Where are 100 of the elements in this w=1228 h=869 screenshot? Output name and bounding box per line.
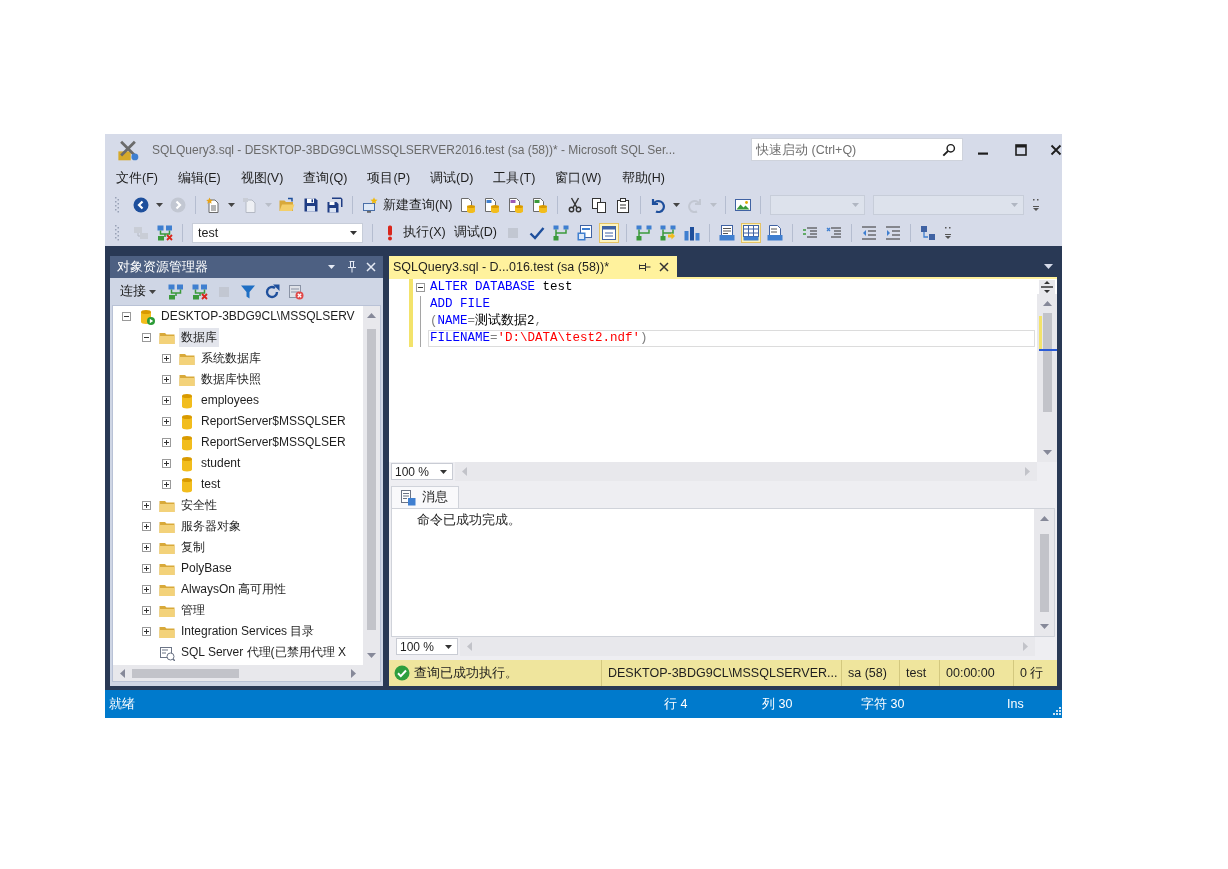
scroll-up-icon[interactable] — [367, 313, 376, 318]
menu-item[interactable]: 视图(V) — [230, 166, 294, 190]
caret-icon[interactable] — [228, 203, 235, 207]
messages-tab[interactable]: 消息 — [391, 486, 459, 508]
grip-icon[interactable] — [115, 196, 119, 214]
scissors-icon[interactable] — [567, 197, 584, 213]
tree-item[interactable]: 系统数据库 — [199, 349, 263, 368]
search-icon[interactable] — [942, 142, 956, 157]
expand-icon[interactable] — [142, 585, 151, 594]
uncomment-lines-icon[interactable] — [826, 224, 843, 241]
caret-icon[interactable] — [149, 289, 156, 294]
tree-item[interactable]: 数据库快照 — [199, 370, 263, 389]
vertical-scrollbar[interactable] — [363, 306, 380, 665]
tree-item[interactable]: ReportServer$MSSQLSER — [199, 433, 348, 452]
indent-icon[interactable] — [885, 224, 902, 241]
tree-item[interactable]: AlwaysOn 高可用性 — [179, 580, 289, 599]
debug-button[interactable]: 调试(D) — [449, 221, 502, 244]
caret-icon[interactable] — [673, 203, 681, 207]
scroll-down-icon[interactable] — [1042, 450, 1052, 455]
menu-item[interactable]: 查询(Q) — [293, 166, 358, 190]
tree-item[interactable]: 管理 — [179, 601, 207, 620]
grid-results-icon[interactable] — [741, 222, 762, 243]
text-results-icon[interactable] — [719, 224, 736, 241]
zoom-select[interactable]: 100 % — [396, 638, 458, 655]
plan-arrow-icon[interactable] — [660, 224, 677, 241]
plan-icon[interactable] — [553, 224, 570, 241]
menu-item[interactable]: 工具(T) — [483, 166, 546, 190]
expand-icon[interactable] — [162, 396, 171, 405]
tree-item[interactable]: 服务器对象 — [179, 517, 243, 536]
caret-icon[interactable] — [350, 230, 357, 235]
expand-icon[interactable] — [142, 606, 151, 615]
scroll-up-icon[interactable] — [1039, 516, 1049, 521]
expand-icon[interactable] — [142, 564, 151, 573]
code-editor[interactable]: ALTER DATABASE test ADD FILE (NAME=测试数据2, FILENAME='D:\DATA\test2.ndf') 100 % — [389, 277, 1057, 481]
collapse-icon[interactable] — [122, 312, 131, 321]
tree-item[interactable]: SQL Server 代理(已禁用代理 X — [179, 643, 348, 662]
expand-icon[interactable] — [162, 354, 171, 363]
split-icon[interactable] — [1039, 280, 1055, 294]
network-icon[interactable] — [168, 283, 184, 300]
new-query-button[interactable]: 新建查询(N) — [358, 194, 457, 216]
network-x-icon[interactable] — [192, 283, 208, 300]
menu-item[interactable]: 帮助(H) — [611, 166, 675, 190]
caret-icon[interactable] — [328, 265, 335, 269]
tree-item[interactable]: 复制 — [179, 538, 207, 557]
grip-icon[interactable] — [115, 223, 119, 242]
vertical-scrollbar[interactable] — [1037, 294, 1057, 462]
tree-item[interactable]: 安全性 — [179, 496, 219, 515]
menu-item[interactable]: 编辑(E) — [167, 166, 231, 190]
expand-icon[interactable] — [142, 627, 151, 636]
maximize-icon[interactable] — [1015, 143, 1027, 156]
tree-item[interactable]: Integration Services 目录 — [179, 622, 317, 641]
network-x-icon[interactable] — [157, 224, 173, 241]
comment-lines-icon[interactable] — [802, 224, 819, 241]
database-select[interactable]: test — [192, 222, 363, 243]
collapse-icon[interactable] — [416, 283, 425, 292]
quick-launch-field[interactable]: 快速启动 (Ctrl+Q) — [751, 138, 963, 161]
expand-icon[interactable] — [142, 501, 151, 510]
menu-item[interactable]: 窗口(W) — [545, 166, 612, 190]
tree-item[interactable]: DESKTOP-3BDG9CL\MSSQLSERV — [159, 307, 357, 326]
document-tab[interactable]: SQLQuery3.sql - D...016.test (sa (58))* — [389, 256, 677, 277]
tree-item[interactable]: student — [199, 454, 243, 473]
expand-icon[interactable] — [162, 459, 171, 468]
tree-item[interactable]: test — [199, 475, 223, 494]
scroll-left-icon[interactable] — [120, 668, 125, 678]
caret-icon[interactable] — [1044, 264, 1053, 269]
caret-icon[interactable] — [440, 469, 447, 474]
query-file-icon[interactable] — [460, 197, 477, 213]
close-icon[interactable] — [1050, 143, 1062, 156]
clipboard-icon[interactable] — [615, 197, 632, 213]
expand-icon[interactable] — [142, 522, 151, 531]
scroll-down-icon[interactable] — [367, 653, 376, 658]
execute-button[interactable]: 执行(X) — [378, 221, 450, 244]
open-folder-icon[interactable] — [279, 197, 295, 213]
scrollbar-thumb[interactable] — [1042, 313, 1052, 412]
bar-chart-icon[interactable] — [684, 224, 701, 241]
connect-button[interactable]: 连接 — [115, 280, 164, 303]
scroll-up-icon[interactable] — [1042, 301, 1052, 306]
plan-icon[interactable] — [636, 224, 653, 241]
scroll-down-icon[interactable] — [1039, 624, 1049, 629]
file-results-icon[interactable] — [767, 224, 784, 241]
menu-item[interactable]: 文件(F) — [106, 166, 168, 190]
undo-icon[interactable] — [650, 197, 667, 213]
copy-icon[interactable] — [591, 197, 608, 213]
overflow-icon[interactable] — [944, 224, 953, 241]
tree-item[interactable]: ReportServer$MSSQLSER — [199, 412, 348, 431]
picture-icon[interactable] — [735, 197, 752, 213]
expand-icon[interactable] — [162, 417, 171, 426]
scrollbar-thumb[interactable] — [132, 668, 239, 678]
menu-item[interactable]: 项目(P) — [357, 166, 421, 190]
scrollbar-thumb[interactable] — [1039, 534, 1049, 612]
resize-grip-icon[interactable] — [1052, 706, 1062, 716]
caret-icon[interactable] — [445, 644, 452, 649]
pin-icon[interactable] — [639, 261, 651, 272]
expand-icon[interactable] — [162, 480, 171, 489]
vertical-scrollbar[interactable] — [1034, 509, 1054, 636]
filter-icon[interactable] — [240, 283, 256, 300]
linked-squares-icon[interactable] — [920, 224, 937, 241]
caret-icon[interactable] — [156, 203, 163, 207]
tree-item[interactable]: 数据库 — [179, 328, 219, 347]
refresh-icon[interactable] — [264, 283, 280, 300]
